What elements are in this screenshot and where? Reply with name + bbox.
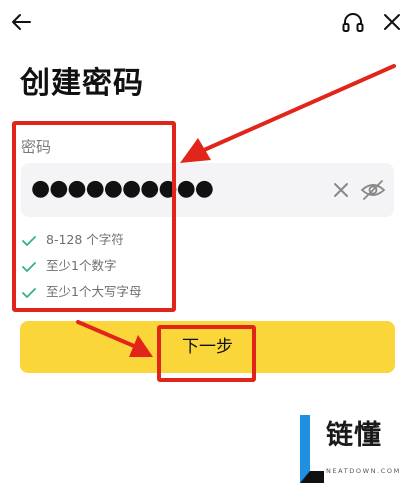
annotation-arrow-to-password [180,64,396,163]
annotation-box-next [157,325,256,382]
annotation-box-password [12,121,176,312]
top-bar [0,0,416,44]
logo-text: 链懂 [326,420,382,451]
clear-x-icon[interactable] [330,179,352,201]
headset-icon[interactable] [340,10,366,36]
logo-subtext: NEATDOWN.COM [326,467,401,475]
page-title: 创建密码 [20,66,144,101]
logo-mark-icon [300,415,324,483]
watermark-logo: 链懂 NEATDOWN.COM [296,413,414,487]
close-icon[interactable] [380,10,404,34]
eye-slash-icon[interactable] [360,178,386,202]
arrow-left-icon[interactable] [10,10,34,34]
